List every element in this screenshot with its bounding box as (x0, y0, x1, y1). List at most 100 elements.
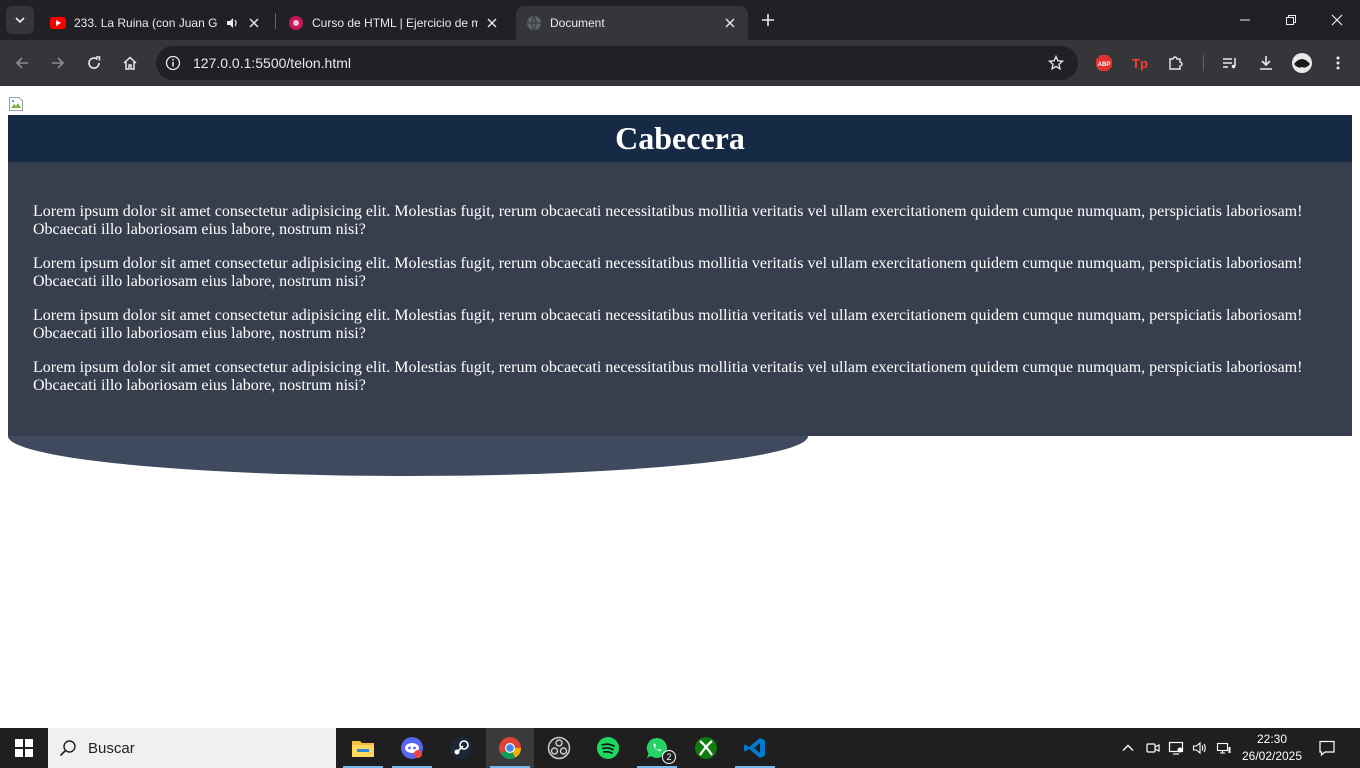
content-paragraph: Lorem ipsum dolor sit amet consectetur a… (33, 307, 1303, 342)
adblock-icon: ABP (1096, 55, 1112, 71)
youtube-icon (50, 15, 66, 31)
profile-avatar-button[interactable] (1288, 49, 1316, 77)
taskbar-file-explorer[interactable] (339, 728, 387, 768)
tab-youtube[interactable]: 233. La Ruina (con Juan Gómez) (40, 6, 272, 40)
reload-button[interactable] (80, 49, 108, 77)
globe-icon (526, 15, 542, 31)
tab-document[interactable]: Document (516, 6, 748, 40)
start-button[interactable] (0, 728, 48, 768)
taskbar-xbox[interactable] (682, 728, 730, 768)
chevron-up-icon (1122, 744, 1134, 751)
svg-text:Tp: Tp (1132, 56, 1148, 71)
browser-menu-button[interactable] (1324, 49, 1352, 77)
bookmark-star-icon[interactable] (1042, 49, 1070, 77)
avatar-icon (1292, 53, 1312, 73)
svg-text:ABP: ABP (1098, 62, 1111, 68)
puzzle-icon (1169, 56, 1183, 70)
content-paragraph: Lorem ipsum dolor sit amet consectetur a… (33, 255, 1303, 290)
taskbar-whatsapp[interactable]: 2 (633, 728, 681, 768)
tray-overflow-button[interactable] (1118, 738, 1138, 758)
download-icon (1260, 56, 1272, 70)
network-icon (1216, 742, 1231, 754)
taskbar-spotify[interactable] (584, 728, 632, 768)
discord-icon (401, 737, 423, 759)
tab-title: 233. La Ruina (con Juan Gómez) (74, 16, 218, 30)
clock-time: 22:30 (1256, 732, 1288, 746)
curtain-shape (8, 436, 808, 476)
extensions-button[interactable] (1162, 49, 1190, 77)
close-tab-icon[interactable] (722, 15, 738, 31)
folder-icon (352, 741, 374, 757)
tab-title: Curso de HTML | Ejercicio de maquetación (312, 16, 478, 30)
page-header: Cabecera (8, 115, 1352, 162)
steam-icon (450, 737, 472, 759)
taskbar-clock[interactable]: 22:30 26/02/2025 (1240, 731, 1304, 765)
adblock-extension-button[interactable]: ABP (1090, 49, 1118, 77)
clock-date: 26/02/2025 (1241, 749, 1303, 763)
tray-volume[interactable] (1190, 738, 1210, 758)
restore-button[interactable] (1268, 0, 1314, 40)
search-icon (48, 728, 88, 768)
address-bar[interactable]: 127.0.0.1:5500/telon.html (156, 46, 1078, 80)
search-placeholder: Buscar (88, 739, 135, 757)
taskbar-vscode[interactable] (731, 728, 779, 768)
notification-icon (1319, 740, 1335, 757)
vscode-icon (744, 738, 765, 758)
taskbar-chrome[interactable] (486, 728, 534, 768)
playlist-music-icon (1223, 58, 1236, 69)
notification-center-button[interactable] (1317, 738, 1337, 758)
minimize-icon (1240, 19, 1250, 21)
close-tab-icon[interactable] (246, 15, 262, 31)
taskbar-discord[interactable] (388, 728, 436, 768)
windows-logo-icon (15, 739, 33, 757)
taskbar-steam[interactable] (437, 728, 485, 768)
home-button[interactable] (116, 49, 144, 77)
windows-taskbar: Buscar 2 22:30 26/02/2025 (0, 728, 1360, 768)
chevron-down-icon (15, 17, 25, 24)
tab-divider (275, 13, 276, 29)
tab-search-button[interactable] (6, 6, 34, 34)
course-site-icon (288, 15, 304, 31)
tab-strip: 233. La Ruina (con Juan Gómez) Curso de … (0, 0, 1360, 40)
tab-title: Document (550, 16, 605, 30)
xbox-icon (695, 737, 717, 759)
more-vertical-icon (1336, 56, 1340, 70)
speaker-icon[interactable] (224, 15, 240, 31)
minimize-button[interactable] (1222, 0, 1268, 40)
chrome-icon (499, 737, 521, 759)
content-section: Lorem ipsum dolor sit amet consectetur a… (8, 162, 1352, 436)
reload-icon (88, 56, 101, 69)
page-viewport: Cabecera Lorem ipsum dolor sit amet cons… (0, 87, 1360, 728)
downloads-button[interactable] (1252, 49, 1280, 77)
url-text[interactable]: 127.0.0.1:5500/telon.html (193, 55, 1042, 71)
arrow-right-icon (52, 57, 65, 69)
content-paragraph: Lorem ipsum dolor sit amet consectetur a… (33, 359, 1303, 394)
restore-icon (1286, 15, 1296, 25)
forward-button[interactable] (44, 49, 72, 77)
tray-meet-now[interactable] (1143, 738, 1163, 758)
broken-image-icon (8, 96, 24, 112)
tab-html-course[interactable]: Curso de HTML | Ejercicio de maquetación (278, 6, 510, 40)
new-tab-button[interactable] (756, 8, 780, 32)
close-icon (1331, 14, 1343, 26)
notification-badge: 2 (662, 750, 676, 764)
spotify-icon (597, 737, 619, 759)
browser-toolbar: 127.0.0.1:5500/telon.html ABP Tp (0, 40, 1360, 86)
tp-extension-icon: Tp (1132, 56, 1148, 71)
tp-extension-button[interactable]: Tp (1126, 49, 1154, 77)
info-icon[interactable] (162, 52, 184, 74)
arrow-left-icon (15, 57, 28, 69)
home-icon (123, 56, 137, 70)
display-icon (1168, 741, 1184, 755)
volume-icon (1192, 741, 1206, 755)
tray-display[interactable] (1166, 738, 1186, 758)
taskbar-obs[interactable] (535, 728, 583, 768)
tray-network[interactable] (1214, 738, 1234, 758)
close-window-button[interactable] (1314, 0, 1360, 40)
taskbar-search-box[interactable]: Buscar (48, 728, 336, 768)
content-paragraph: Lorem ipsum dolor sit amet consectetur a… (33, 203, 1303, 238)
back-button[interactable] (8, 49, 36, 77)
obs-icon (547, 736, 571, 760)
close-tab-icon[interactable] (484, 15, 500, 31)
media-controls-button[interactable] (1216, 49, 1244, 77)
